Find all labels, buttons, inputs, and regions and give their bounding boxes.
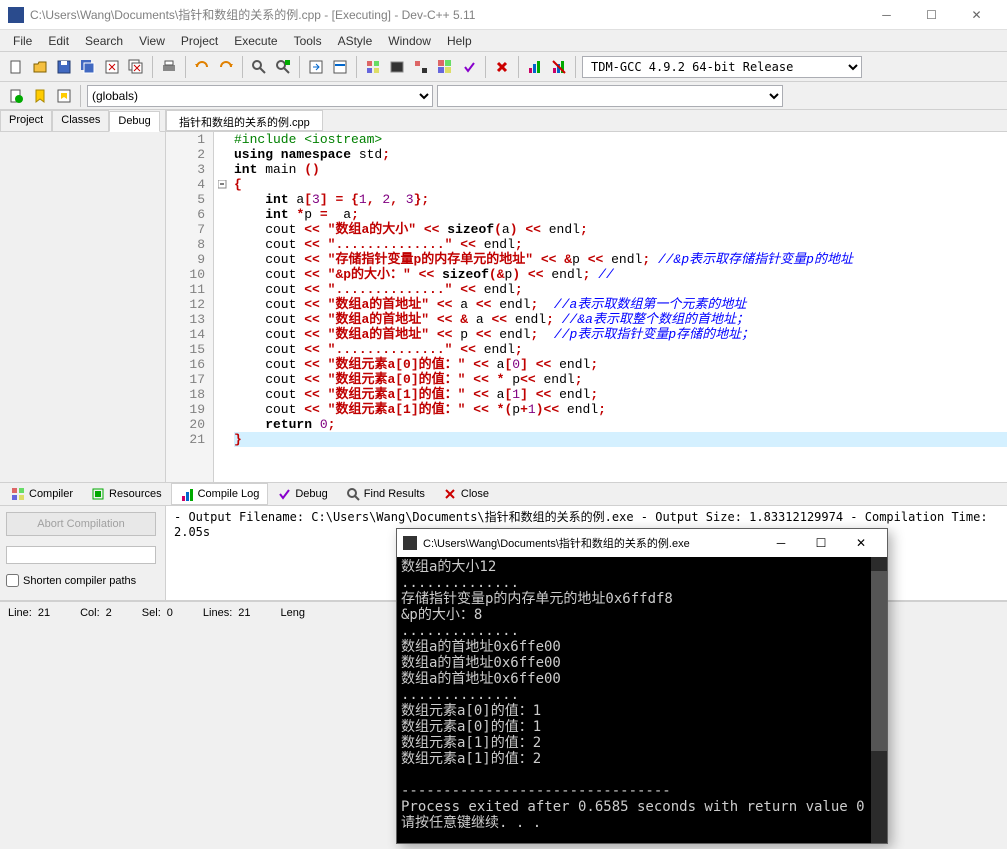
- console-close-button[interactable]: ✕: [841, 531, 881, 555]
- menu-bar: FileEditSearchViewProjectExecuteToolsASt…: [0, 30, 1007, 52]
- new-file-icon[interactable]: [6, 57, 26, 77]
- bottom-tab-compile-log[interactable]: Compile Log: [171, 483, 269, 505]
- replace-icon[interactable]: [273, 57, 293, 77]
- compile-icon[interactable]: [363, 57, 383, 77]
- progress-bar: [6, 546, 156, 564]
- side-tab-classes[interactable]: Classes: [52, 110, 109, 131]
- maximize-button[interactable]: ☐: [909, 0, 954, 30]
- bookmark-toggle-icon[interactable]: [30, 86, 50, 106]
- menu-project[interactable]: Project: [174, 32, 225, 50]
- side-tab-debug[interactable]: Debug: [109, 111, 159, 132]
- member-select[interactable]: [437, 85, 783, 107]
- redo-icon[interactable]: [216, 57, 236, 77]
- console-maximize-button[interactable]: ☐: [801, 531, 841, 555]
- menu-search[interactable]: Search: [78, 32, 130, 50]
- close-button[interactable]: ✕: [954, 0, 999, 30]
- menu-execute[interactable]: Execute: [227, 32, 284, 50]
- insert-icon[interactable]: [6, 86, 26, 106]
- title-bar: C:\Users\Wang\Documents\指针和数组的关系的例.cpp -…: [0, 0, 1007, 30]
- compiler-select[interactable]: TDM-GCC 4.9.2 64-bit Release: [582, 56, 862, 78]
- app-icon: [8, 7, 24, 23]
- rebuild-icon[interactable]: [435, 57, 455, 77]
- side-tab-project[interactable]: Project: [0, 110, 52, 131]
- bottom-tab-compiler[interactable]: Compiler: [2, 483, 82, 505]
- menu-window[interactable]: Window: [381, 32, 438, 50]
- console-window[interactable]: C:\Users\Wang\Documents\指针和数组的关系的例.exe ─…: [396, 528, 888, 844]
- console-icon: [403, 536, 417, 550]
- close-file-icon[interactable]: [102, 57, 122, 77]
- save-all-icon[interactable]: [78, 57, 98, 77]
- bottom-tab-debug[interactable]: Debug: [268, 483, 336, 505]
- close-all-icon[interactable]: [126, 57, 146, 77]
- run-icon[interactable]: [387, 57, 407, 77]
- file-tab-bar: 指针和数组的关系的例.cpp: [166, 110, 1007, 132]
- code-editor[interactable]: 123456789101112131415161718192021 #inclu…: [166, 132, 1007, 482]
- undo-icon[interactable]: [192, 57, 212, 77]
- stop-icon[interactable]: [492, 57, 512, 77]
- status-lines: 21: [238, 607, 250, 619]
- scope-select[interactable]: (globals): [87, 85, 433, 107]
- goto-bookmark-icon[interactable]: [54, 86, 74, 106]
- goto-icon[interactable]: [306, 57, 326, 77]
- menu-help[interactable]: Help: [440, 32, 479, 50]
- bookmark-icon[interactable]: [330, 57, 350, 77]
- main-toolbar: TDM-GCC 4.9.2 64-bit Release: [0, 52, 1007, 82]
- nav-toolbar: (globals): [0, 82, 1007, 110]
- find-icon[interactable]: [249, 57, 269, 77]
- save-icon[interactable]: [54, 57, 74, 77]
- console-output[interactable]: 数组a的大小12 .............. 存储指针变量p的内存单元的地址0…: [397, 557, 887, 843]
- print-icon[interactable]: [159, 57, 179, 77]
- compile-controls: Abort Compilation Shorten compiler paths: [0, 506, 166, 600]
- bottom-tab-close[interactable]: Close: [434, 483, 498, 505]
- sidebar: ProjectClassesDebug: [0, 110, 166, 482]
- menu-edit[interactable]: Edit: [41, 32, 76, 50]
- status-line: 21: [38, 607, 50, 619]
- open-icon[interactable]: [30, 57, 50, 77]
- bottom-tab-bar: CompilerResourcesCompile LogDebugFind Re…: [0, 482, 1007, 506]
- status-col: 2: [106, 607, 112, 619]
- bottom-tab-resources[interactable]: Resources: [82, 483, 171, 505]
- menu-view[interactable]: View: [132, 32, 172, 50]
- shorten-paths-checkbox[interactable]: Shorten compiler paths: [6, 574, 159, 587]
- abort-compilation-button[interactable]: Abort Compilation: [6, 512, 156, 536]
- console-scrollbar[interactable]: [871, 557, 887, 843]
- menu-astyle[interactable]: AStyle: [331, 32, 380, 50]
- window-title: C:\Users\Wang\Documents\指针和数组的关系的例.cpp -…: [30, 6, 864, 23]
- console-minimize-button[interactable]: ─: [761, 531, 801, 555]
- profile-icon[interactable]: [525, 57, 545, 77]
- minimize-button[interactable]: ─: [864, 0, 909, 30]
- delete-profile-icon[interactable]: [549, 57, 569, 77]
- debug-icon[interactable]: [459, 57, 479, 77]
- menu-file[interactable]: File: [6, 32, 39, 50]
- compile-run-icon[interactable]: [411, 57, 431, 77]
- console-title: C:\Users\Wang\Documents\指针和数组的关系的例.exe: [423, 535, 761, 551]
- menu-tools[interactable]: Tools: [287, 32, 329, 50]
- bottom-tab-find-results[interactable]: Find Results: [337, 483, 434, 505]
- console-title-bar[interactable]: C:\Users\Wang\Documents\指针和数组的关系的例.exe ─…: [397, 529, 887, 557]
- status-sel: 0: [167, 607, 173, 619]
- file-tab[interactable]: 指针和数组的关系的例.cpp: [166, 110, 323, 131]
